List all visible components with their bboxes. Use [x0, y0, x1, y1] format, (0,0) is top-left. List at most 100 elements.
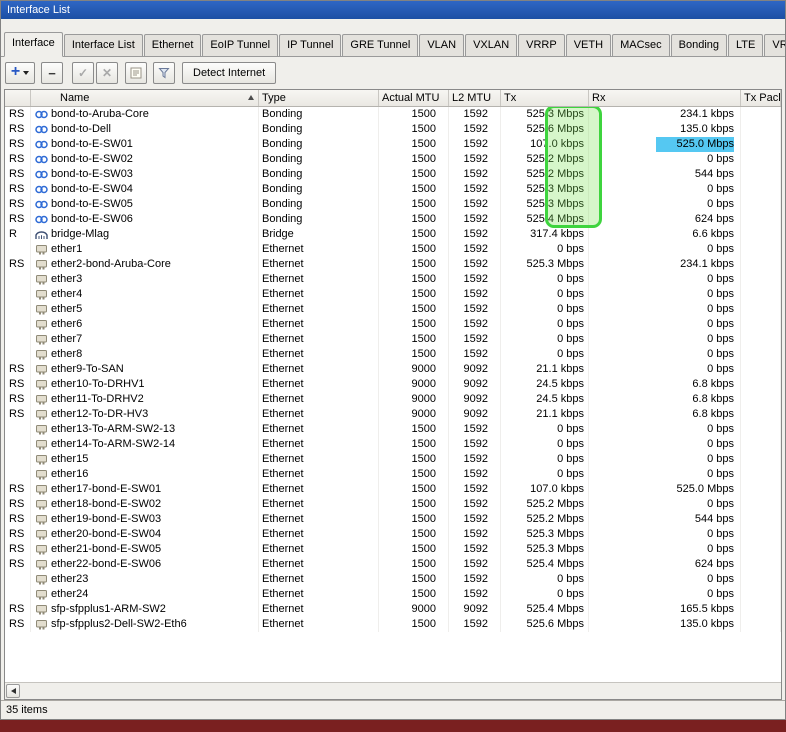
tab-veth[interactable]: VETH — [565, 34, 612, 56]
table-row[interactable]: ether4 Ethernet 1500 1592 0 bps 0 bps — [5, 287, 781, 302]
table-row[interactable]: RS sfp-sfpplus1-ARM-SW2 Ethernet 9000 90… — [5, 602, 781, 617]
tab-eoip-tunnel[interactable]: EoIP Tunnel — [202, 34, 279, 56]
table-row[interactable]: ether15 Ethernet 1500 1592 0 bps 0 bps — [5, 452, 781, 467]
table-row[interactable]: RS bond-to-E-SW03 Bonding 1500 1592 525.… — [5, 167, 781, 182]
row-tx: 0 bps — [501, 467, 589, 482]
table-row[interactable]: R bridge-Mlag Bridge 1500 1592 317.4 kbp… — [5, 227, 781, 242]
row-flags: RS — [5, 497, 31, 512]
row-name: ether9-To-SAN — [31, 362, 259, 377]
table-row[interactable]: ether8 Ethernet 1500 1592 0 bps 0 bps — [5, 347, 781, 362]
table-row[interactable]: RS ether19-bond-E-SW03 Ethernet 1500 159… — [5, 512, 781, 527]
table-row[interactable]: RS ether21-bond-E-SW05 Ethernet 1500 159… — [5, 542, 781, 557]
column-header-type[interactable]: Type — [259, 90, 379, 106]
tab-interface[interactable]: Interface — [4, 32, 63, 57]
tab-ip-tunnel[interactable]: IP Tunnel — [279, 34, 342, 56]
row-actual-mtu: 1500 — [379, 437, 449, 452]
row-actual-mtu: 1500 — [379, 317, 449, 332]
add-button[interactable]: + — [5, 62, 35, 84]
window-titlebar[interactable]: Interface List — [1, 1, 785, 19]
table-row[interactable]: ether23 Ethernet 1500 1592 0 bps 0 bps — [5, 572, 781, 587]
tab-ethernet[interactable]: Ethernet — [143, 34, 202, 56]
toolbar: + − ✓ ✕ Detect Internet — [1, 57, 785, 89]
enable-button[interactable]: ✓ — [72, 62, 94, 84]
table-row[interactable]: ether6 Ethernet 1500 1592 0 bps 0 bps — [5, 317, 781, 332]
tab-gre-tunnel[interactable]: GRE Tunnel — [342, 34, 419, 56]
remove-button[interactable]: − — [41, 62, 63, 84]
ethernet-icon — [35, 589, 48, 600]
table-row[interactable]: RS ether20-bond-E-SW04 Ethernet 1500 159… — [5, 527, 781, 542]
column-header-actual-mtu[interactable]: Actual MTU — [379, 90, 449, 106]
row-type: Ethernet — [259, 392, 379, 407]
row-tx: 525.6 Mbps — [501, 617, 589, 632]
table-row[interactable]: ether3 Ethernet 1500 1592 0 bps 0 bps — [5, 272, 781, 287]
scroll-left-button[interactable] — [6, 684, 20, 698]
row-tx: 0 bps — [501, 437, 589, 452]
table-row[interactable]: RS bond-to-E-SW05 Bonding 1500 1592 525.… — [5, 197, 781, 212]
column-header-rx[interactable]: Rx — [589, 90, 741, 106]
column-header-tx-packet[interactable]: Tx Packet — [741, 90, 781, 106]
column-header-flags[interactable] — [5, 90, 31, 106]
table-row[interactable]: RS ether2-bond-Aruba-Core Ethernet 1500 … — [5, 257, 781, 272]
ethernet-icon — [35, 454, 48, 465]
table-row[interactable]: RS ether11-To-DRHV2 Ethernet 9000 9092 2… — [5, 392, 781, 407]
table-row[interactable]: RS ether22-bond-E-SW06 Ethernet 1500 159… — [5, 557, 781, 572]
table-row[interactable]: ether7 Ethernet 1500 1592 0 bps 0 bps — [5, 332, 781, 347]
row-l2-mtu: 1592 — [449, 122, 501, 137]
row-type: Ethernet — [259, 362, 379, 377]
column-header-name[interactable]: Name — [31, 90, 259, 106]
row-name: bond-to-E-SW06 — [31, 212, 259, 227]
table-row[interactable]: RS bond-to-E-SW01 Bonding 1500 1592 107.… — [5, 137, 781, 152]
tab-bonding[interactable]: Bonding — [670, 34, 727, 56]
row-tx-packet — [741, 302, 781, 317]
table-row[interactable]: RS bond-to-Dell Bonding 1500 1592 525.6 … — [5, 122, 781, 137]
row-type: Ethernet — [259, 467, 379, 482]
table-row[interactable]: ether16 Ethernet 1500 1592 0 bps 0 bps — [5, 467, 781, 482]
row-type: Ethernet — [259, 422, 379, 437]
arrow-left-icon — [10, 688, 16, 694]
table-row[interactable]: ether1 Ethernet 1500 1592 0 bps 0 bps — [5, 242, 781, 257]
row-name: ether15 — [31, 452, 259, 467]
tab-vlan[interactable]: VLAN — [419, 34, 465, 56]
filter-button[interactable] — [153, 62, 175, 84]
comment-button[interactable] — [125, 62, 147, 84]
row-type: Bonding — [259, 122, 379, 137]
detect-internet-button[interactable]: Detect Internet — [182, 62, 277, 84]
table-row[interactable]: RS bond-to-E-SW06 Bonding 1500 1592 525.… — [5, 212, 781, 227]
column-header-tx[interactable]: Tx — [501, 90, 589, 106]
table-row[interactable]: RS ether9-To-SAN Ethernet 9000 9092 21.1… — [5, 362, 781, 377]
row-flags: RS — [5, 137, 31, 152]
row-tx-packet — [741, 407, 781, 422]
ethernet-icon — [35, 469, 48, 480]
table-row[interactable]: RS sfp-sfpplus2-Dell-SW2-Eth6 Ethernet 1… — [5, 617, 781, 632]
column-header-l2-mtu[interactable]: L2 MTU — [449, 90, 501, 106]
row-name-label: bond-to-Dell — [51, 123, 111, 135]
table-row[interactable]: ether5 Ethernet 1500 1592 0 bps 0 bps — [5, 302, 781, 317]
row-name: ether23 — [31, 572, 259, 587]
row-name: bond-to-E-SW01 — [31, 137, 259, 152]
row-l2-mtu: 1592 — [449, 302, 501, 317]
row-name: ether10-To-DRHV1 — [31, 377, 259, 392]
table-row[interactable]: RS bond-to-E-SW02 Bonding 1500 1592 525.… — [5, 152, 781, 167]
table-row[interactable]: RS ether12-To-DR-HV3 Ethernet 9000 9092 … — [5, 407, 781, 422]
tab-vrf[interactable]: VRF — [764, 34, 785, 56]
table-row[interactable]: ether14-To-ARM-SW2-14 Ethernet 1500 1592… — [5, 437, 781, 452]
table-row[interactable]: RS ether17-bond-E-SW01 Ethernet 1500 159… — [5, 482, 781, 497]
tab-interface-list[interactable]: Interface List — [63, 34, 143, 56]
disable-button[interactable]: ✕ — [96, 62, 118, 84]
table-row[interactable]: RS bond-to-Aruba-Core Bonding 1500 1592 … — [5, 107, 781, 122]
row-name: ether12-To-DR-HV3 — [31, 407, 259, 422]
table-row[interactable]: RS bond-to-E-SW04 Bonding 1500 1592 525.… — [5, 182, 781, 197]
tab-vxlan[interactable]: VXLAN — [465, 34, 518, 56]
table-row[interactable]: ether24 Ethernet 1500 1592 0 bps 0 bps — [5, 587, 781, 602]
row-actual-mtu: 1500 — [379, 482, 449, 497]
horizontal-scrollbar[interactable] — [5, 682, 781, 699]
tab-macsec[interactable]: MACsec — [612, 34, 670, 56]
row-tx-packet — [741, 467, 781, 482]
table-row[interactable]: RS ether10-To-DRHV1 Ethernet 9000 9092 2… — [5, 377, 781, 392]
tab-vrrp[interactable]: VRRP — [518, 34, 565, 56]
table-row[interactable]: RS ether18-bond-E-SW02 Ethernet 1500 159… — [5, 497, 781, 512]
tab-lte[interactable]: LTE — [728, 34, 764, 56]
ethernet-icon — [35, 529, 48, 540]
table-row[interactable]: ether13-To-ARM-SW2-13 Ethernet 1500 1592… — [5, 422, 781, 437]
row-tx: 0 bps — [501, 332, 589, 347]
